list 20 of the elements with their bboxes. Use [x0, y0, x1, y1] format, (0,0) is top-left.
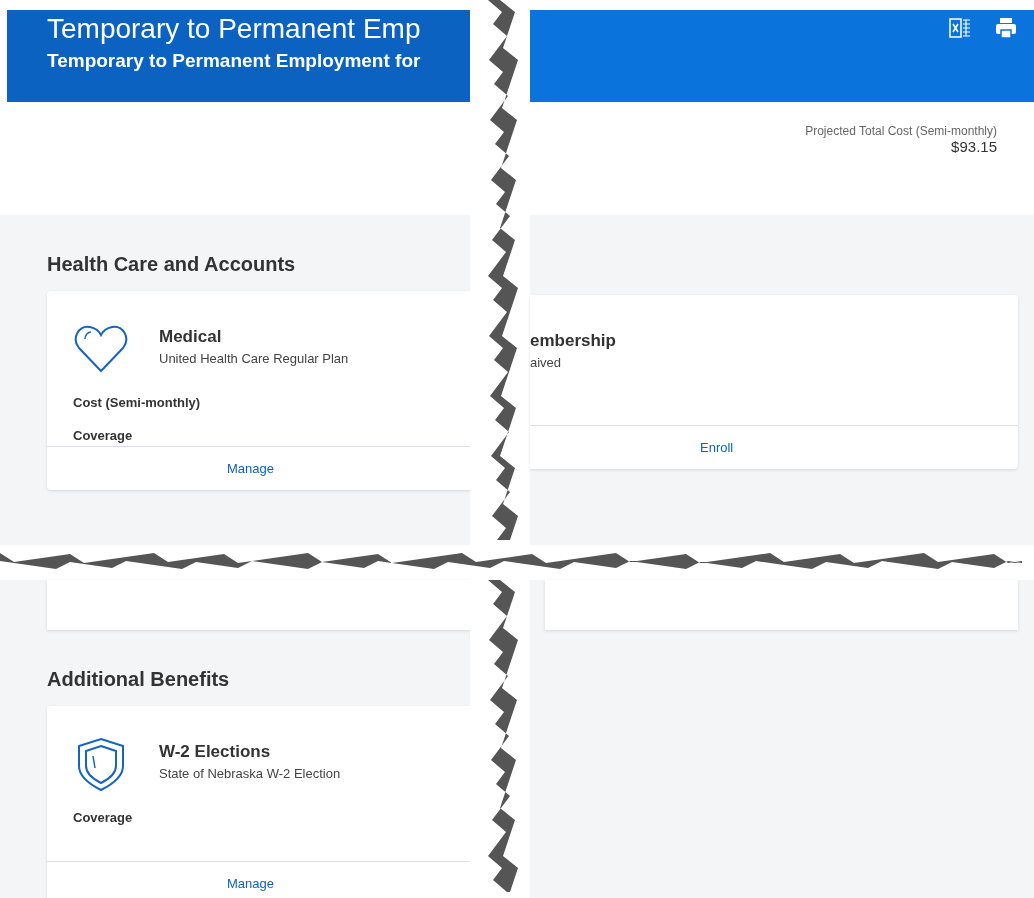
print-icon[interactable]: [994, 16, 1018, 40]
page-title: Temporary to Permanent Emp: [47, 12, 422, 46]
plan-title: Medical: [159, 327, 223, 347]
plan-name: State of Nebraska W-2 Election: [159, 766, 341, 781]
page-subtitle: Temporary to Permanent Employment for: [47, 50, 422, 72]
plan-title: embership: [530, 331, 616, 351]
projected-cost-amount: $93.15: [951, 138, 997, 155]
spreadsheet-icon[interactable]: [948, 16, 972, 40]
plan-title: W-2 Elections: [159, 742, 272, 762]
field-label: Cost (Semi-monthly): [73, 395, 202, 410]
manage-link[interactable]: Manage: [227, 876, 274, 891]
manage-link[interactable]: Manage: [227, 461, 274, 476]
section-title: Additional Benefits: [46, 667, 231, 692]
projected-cost-label: Projected Total Cost (Semi-monthly): [805, 124, 997, 138]
plan-name: aived: [530, 355, 563, 370]
section-title: Health Care and Accounts: [46, 252, 297, 277]
plan-name: United Health Care Regular Plan: [159, 351, 349, 366]
field-label: Coverage: [73, 428, 134, 443]
enroll-link[interactable]: Enroll: [700, 440, 734, 455]
field-label: Coverage: [73, 810, 134, 825]
